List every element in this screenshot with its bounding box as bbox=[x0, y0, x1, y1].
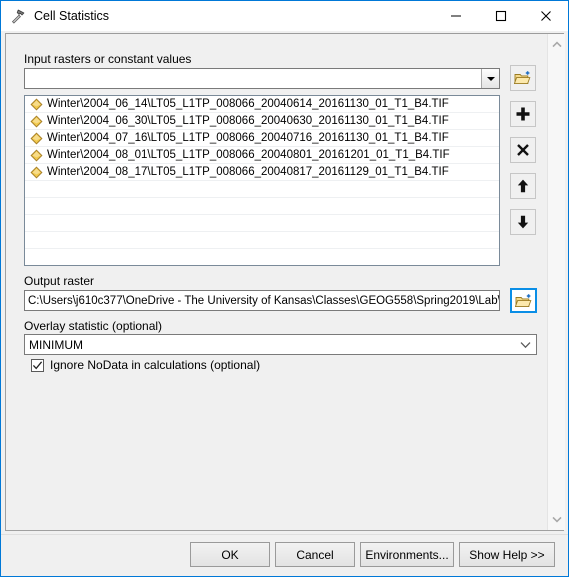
chevron-down-icon[interactable] bbox=[514, 341, 536, 349]
window-title: Cell Statistics bbox=[34, 9, 110, 23]
overlay-statistic-select[interactable]: MINIMUM bbox=[24, 334, 537, 355]
input-rasters-listbox[interactable]: Winter\2004_06_14\LT05_L1TP_008066_20040… bbox=[24, 95, 500, 266]
overlay-statistic-value: MINIMUM bbox=[29, 337, 83, 352]
dialog-body-panel: Input rasters or constant values Winter\… bbox=[5, 33, 564, 531]
overlay-statistic-label: Overlay statistic (optional) bbox=[24, 319, 163, 333]
raster-dataset-diamond-icon bbox=[29, 97, 44, 112]
maximize-icon bbox=[495, 10, 506, 22]
list-item[interactable]: Winter\2004_06_14\LT05_L1TP_008066_20040… bbox=[25, 96, 499, 113]
input-rasters-dropdown-button[interactable] bbox=[481, 69, 499, 88]
maximize-button[interactable] bbox=[478, 1, 523, 31]
list-item[interactable]: Winter\2004_06_30\LT05_L1TP_008066_20040… bbox=[25, 113, 499, 130]
window-controls bbox=[433, 1, 568, 31]
open-folder-icon bbox=[514, 293, 531, 307]
checkmark-icon bbox=[32, 360, 43, 369]
chevron-down-icon bbox=[486, 76, 495, 81]
ignore-nodata-checkbox[interactable] bbox=[31, 358, 44, 372]
list-item[interactable]: Winter\2004_08_17\LT05_L1TP_008066_20040… bbox=[25, 164, 499, 181]
output-raster-browse-button[interactable] bbox=[510, 288, 537, 313]
move-down-button[interactable] bbox=[510, 209, 536, 235]
list-item-label: Winter\2004_06_14\LT05_L1TP_008066_20040… bbox=[47, 98, 449, 110]
ignore-nodata-checkbox-row[interactable]: Ignore NoData in calculations (optional) bbox=[31, 358, 260, 372]
close-button[interactable] bbox=[523, 1, 568, 31]
list-item-label: Winter\2004_06_30\LT05_L1TP_008066_20040… bbox=[47, 115, 449, 127]
dialog-scrollbar[interactable] bbox=[547, 34, 565, 530]
output-raster-input[interactable]: C:\Users\j610c377\OneDrive - The Univers… bbox=[24, 290, 500, 311]
list-item-label: Winter\2004_08_01\LT05_L1TP_008066_20040… bbox=[47, 149, 450, 161]
minimize-button[interactable] bbox=[433, 1, 478, 31]
chevron-up-icon bbox=[551, 41, 562, 48]
list-item-empty[interactable] bbox=[25, 198, 499, 215]
title-bar: Cell Statistics bbox=[1, 1, 568, 31]
raster-dataset-diamond-icon bbox=[29, 165, 44, 180]
cancel-button[interactable]: Cancel bbox=[275, 542, 355, 567]
list-item[interactable]: Winter\2004_08_01\LT05_L1TP_008066_20040… bbox=[25, 147, 499, 164]
scroll-up-button[interactable] bbox=[548, 36, 565, 53]
chevron-down-icon bbox=[551, 516, 562, 523]
hammer-tool-icon bbox=[10, 8, 26, 24]
input-rasters-combobox[interactable] bbox=[24, 68, 500, 89]
cell-statistics-dialog: Cell Statistics Input rasters or constan… bbox=[0, 0, 569, 577]
dialog-footer: OK Cancel Environments... Show Help >> bbox=[1, 534, 568, 576]
input-rasters-label: Input rasters or constant values bbox=[24, 52, 192, 66]
minimize-icon bbox=[450, 15, 461, 17]
scroll-down-button[interactable] bbox=[548, 511, 565, 528]
arrow-down-icon bbox=[517, 215, 529, 229]
raster-dataset-diamond-icon bbox=[29, 114, 44, 129]
list-item[interactable]: Winter\2004_07_16\LT05_L1TP_008066_20040… bbox=[25, 130, 499, 147]
ignore-nodata-label: Ignore NoData in calculations (optional) bbox=[50, 358, 261, 372]
cross-icon bbox=[517, 144, 529, 156]
plus-icon bbox=[516, 107, 530, 121]
raster-dataset-diamond-icon bbox=[29, 148, 44, 163]
environments-button[interactable]: Environments... bbox=[360, 542, 454, 567]
list-item-label: Winter\2004_08_17\LT05_L1TP_008066_20040… bbox=[47, 166, 449, 178]
listbox-rows: Winter\2004_06_14\LT05_L1TP_008066_20040… bbox=[25, 96, 499, 265]
list-item-empty[interactable] bbox=[25, 249, 499, 265]
list-item-empty[interactable] bbox=[25, 232, 499, 249]
list-item-label: Winter\2004_07_16\LT05_L1TP_008066_20040… bbox=[47, 132, 449, 144]
remove-input-button[interactable] bbox=[510, 137, 536, 163]
move-up-button[interactable] bbox=[510, 173, 536, 199]
browse-input-button[interactable] bbox=[510, 65, 536, 91]
close-icon bbox=[540, 11, 551, 21]
raster-dataset-diamond-icon bbox=[29, 131, 44, 146]
open-folder-icon bbox=[514, 71, 531, 85]
arrow-up-icon bbox=[517, 179, 529, 193]
list-item-empty[interactable] bbox=[25, 181, 499, 198]
output-raster-label: Output raster bbox=[24, 274, 95, 288]
list-item-empty[interactable] bbox=[25, 215, 499, 232]
add-input-button[interactable] bbox=[510, 101, 536, 127]
show-help-button[interactable]: Show Help >> bbox=[459, 542, 555, 567]
ok-button[interactable]: OK bbox=[190, 542, 270, 567]
